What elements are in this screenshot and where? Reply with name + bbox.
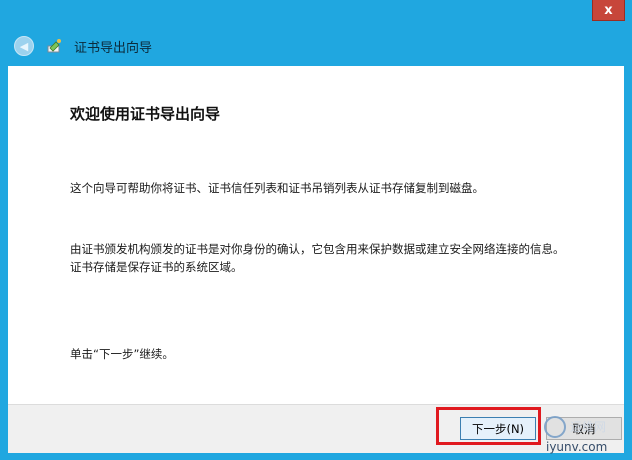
page-heading: 欢迎使用证书导出向导 [70, 105, 221, 123]
watermark-text-bottom: iyunv.com [546, 440, 608, 454]
title-bar: ◀ 证书导出向导 [8, 28, 624, 64]
back-button[interactable]: ◀ [14, 36, 34, 56]
wizard-content: 欢迎使用证书导出向导 这个向导可帮助你将证书、证书信任列表和证书吊销列表从证书存… [8, 66, 624, 404]
back-arrow-icon: ◀ [19, 39, 29, 53]
dialog-title: 证书导出向导 [74, 40, 153, 56]
watermark-text-top: 运维网 [570, 420, 607, 434]
close-button[interactable]: x [592, 0, 625, 21]
dialog-window: x ◀ 证书导出向导 欢迎使用证书导出向导 这个向导可帮助你将证书、证书信任列表… [0, 0, 632, 460]
watermark-logo-icon [544, 416, 566, 438]
continue-instruction: 单击“下一步”继续。 [70, 347, 174, 361]
intro-paragraph: 这个向导可帮助你将证书、证书信任列表和证书吊销列表从证书存储复制到磁盘。 [70, 181, 484, 195]
certificate-description: 由证书颁发机构颁发的证书是对你身份的确认，它包含用来保护数据或建立安全网络连接的… [70, 242, 565, 274]
certificate-wizard-icon [47, 39, 61, 53]
watermark: 运维网 iyunv.com [540, 414, 630, 458]
highlight-annotation [436, 407, 541, 445]
